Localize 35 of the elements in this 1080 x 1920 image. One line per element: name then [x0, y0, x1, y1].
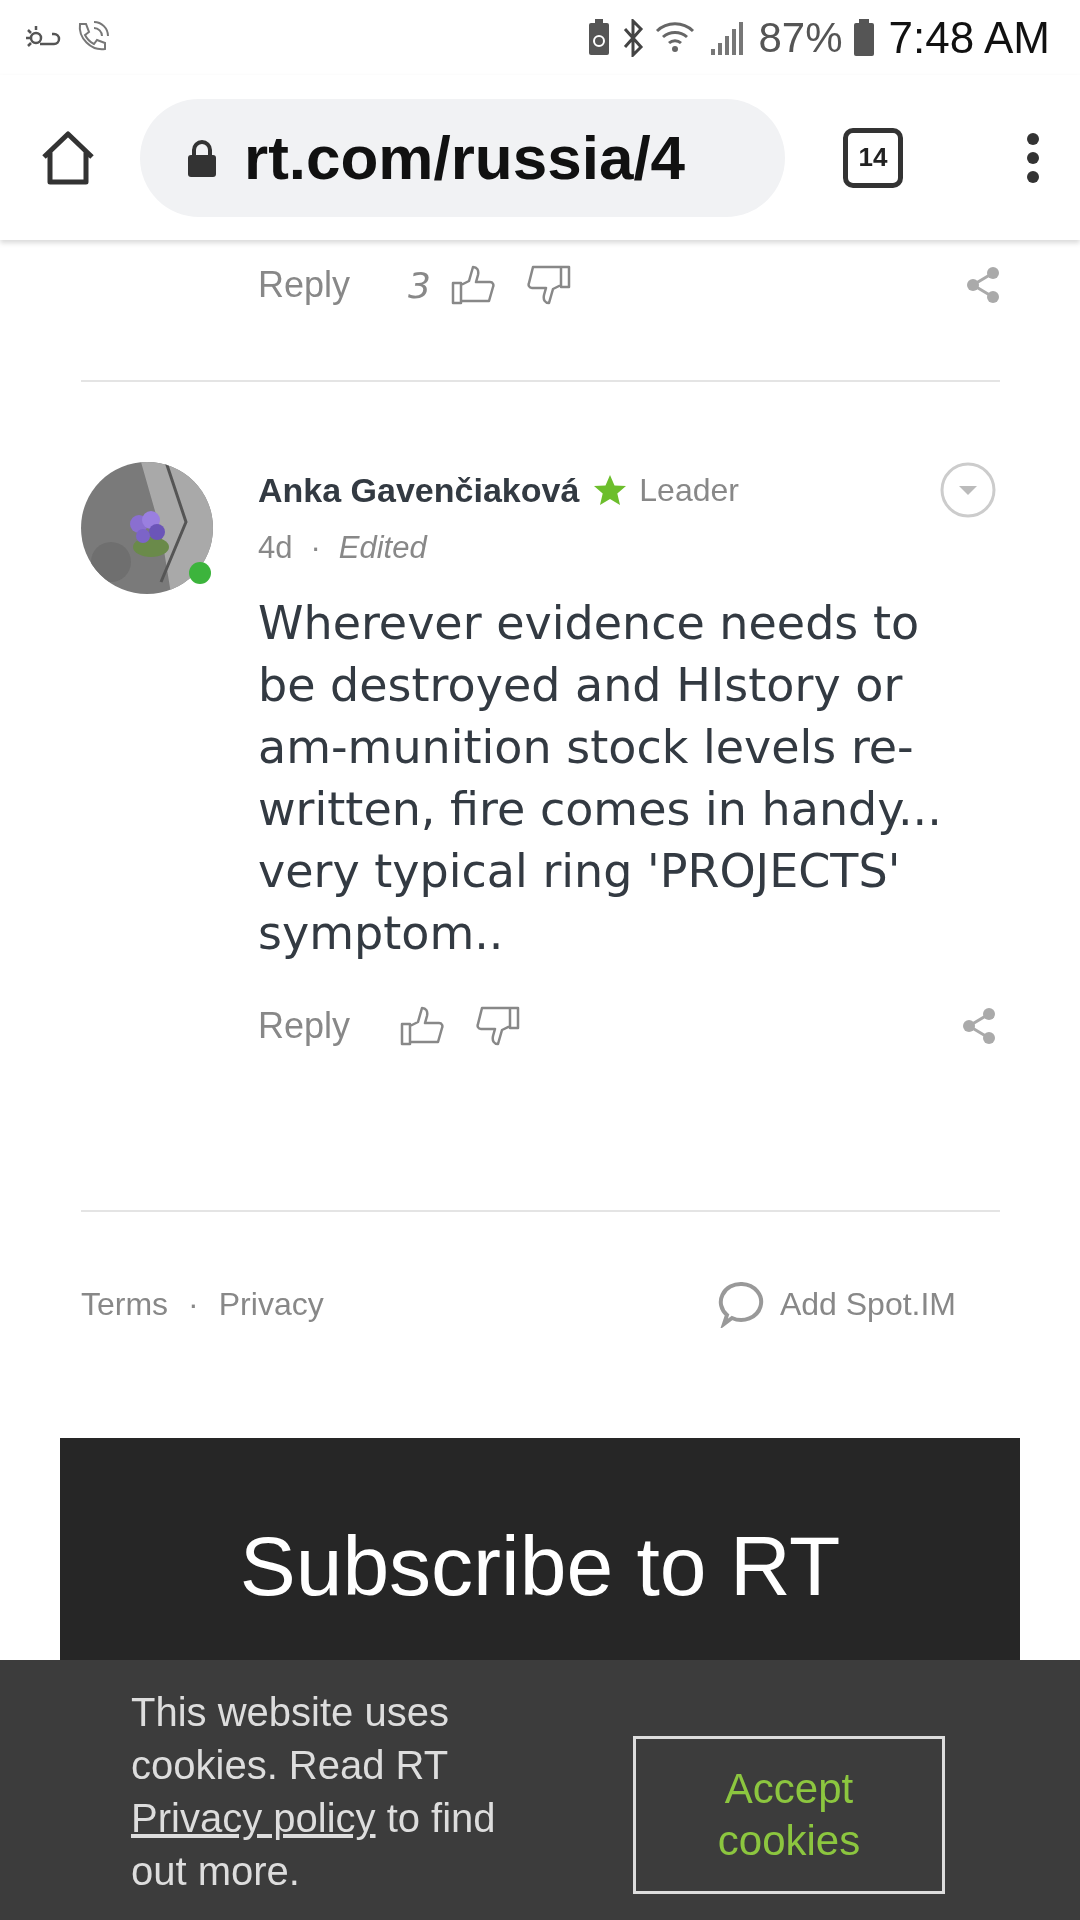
thumbs-up-icon[interactable]	[450, 265, 495, 305]
dropdown-icon[interactable]	[940, 462, 996, 518]
comment-age: 4d	[258, 530, 293, 566]
clock: 7:48 AM	[888, 12, 1050, 63]
address-bar[interactable]: rt.com/russia/4	[140, 98, 785, 217]
reply-link[interactable]: Reply	[258, 264, 351, 306]
thumbs-up-icon[interactable]	[400, 1006, 445, 1046]
add-spotim-link[interactable]: Add Spot.IM	[779, 1285, 956, 1323]
thumbs-down-icon[interactable]	[476, 1006, 521, 1046]
separator-dot: ·	[188, 1285, 199, 1323]
privacy-policy-link[interactable]: Privacy policy	[131, 1796, 376, 1840]
thumbs-down-icon[interactable]	[526, 265, 571, 305]
home-icon[interactable]	[40, 130, 96, 185]
share-icon[interactable]	[966, 266, 1000, 304]
speech-bubble-icon[interactable]	[717, 1280, 766, 1328]
subscribe-title: Subscribe to RT	[239, 1518, 841, 1615]
battery-level: 87%	[758, 13, 843, 62]
tab-switcher-button[interactable]: 14	[843, 127, 903, 188]
separator-dot: ·	[310, 530, 321, 566]
menu-icon[interactable]	[1026, 131, 1040, 184]
share-icon[interactable]	[962, 1007, 996, 1045]
battery-icon	[852, 18, 875, 57]
cookie-notice: This website uses cookies. Read RT Privacy policy to find out more.	[131, 1689, 497, 1895]
like-count: 3	[408, 264, 431, 306]
rank-label: Leader	[639, 471, 739, 509]
privacy-link[interactable]: Privacy	[218, 1285, 324, 1323]
reply-link[interactable]: Reply	[258, 1005, 351, 1047]
edited-label: Edited	[338, 530, 427, 566]
comment-text: Wherever evidence needs to be destroyed and HIstory or am-munition stock levels re-written, fire comes in handy... very typical ring 'PROJECTS' symptom..	[258, 595, 943, 962]
terms-link[interactable]: Terms	[81, 1285, 169, 1323]
accept-cookies-button[interactable]: Accept cookies	[633, 1736, 945, 1894]
author-name[interactable]: Anka Gavenčiaková	[258, 470, 580, 510]
battery-saver-icon	[586, 18, 611, 57]
lock-icon	[186, 137, 218, 178]
star-icon	[593, 474, 628, 506]
